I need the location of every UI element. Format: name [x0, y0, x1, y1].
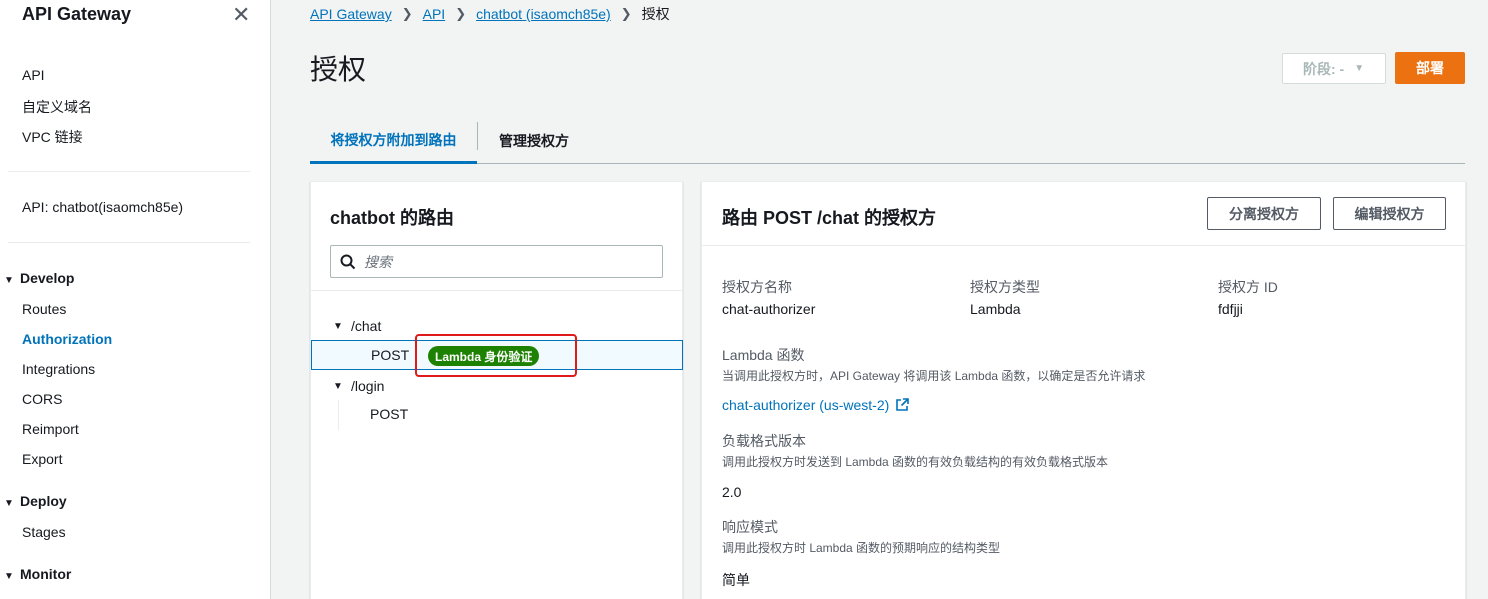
- caret-down-icon: ▼: [4, 275, 14, 286]
- sidebar-item-authorization[interactable]: Authorization: [22, 331, 112, 347]
- stage-select[interactable]: 阶段: - ▼: [1282, 53, 1386, 84]
- page-title: 授权: [310, 54, 367, 85]
- sidebar-item-stages[interactable]: Stages: [22, 524, 66, 540]
- sidebar-item-api[interactable]: API: [22, 67, 45, 83]
- route-search[interactable]: [330, 245, 663, 278]
- sidebar-item-reimport[interactable]: Reimport: [22, 421, 79, 437]
- payload-version-description: 调用此授权方时发送到 Lambda 函数的有效负载结构的有效负载格式版本: [722, 455, 1109, 469]
- caret-down-icon: ▼: [1354, 63, 1365, 74]
- tab-manage-authorizers[interactable]: 管理授权方: [499, 118, 569, 164]
- payload-version-label: 负载格式版本: [722, 433, 806, 449]
- routes-panel-title: chatbot 的路由: [330, 208, 454, 228]
- sidebar-item-custom-domain[interactable]: 自定义域名: [22, 97, 92, 117]
- caret-down-icon: ▼: [333, 380, 343, 392]
- breadcrumb-api-gateway[interactable]: API Gateway: [310, 6, 392, 22]
- panel-divider: [311, 290, 682, 291]
- authorizer-id-value: fdfjji: [1218, 301, 1243, 317]
- sidebar-section-monitor[interactable]: ▼ Monitor: [4, 566, 71, 582]
- side-navigation: API Gateway ✕ API 自定义域名 VPC 链接 API: chat…: [0, 0, 271, 599]
- external-link-icon: [896, 398, 910, 411]
- authorizer-panel-title: 路由 POST /chat 的授权方: [722, 208, 937, 228]
- route-group-login[interactable]: ▼ /login: [333, 378, 384, 394]
- highlight-annotation-box: [415, 334, 577, 377]
- panel-divider: [702, 245, 1465, 246]
- deploy-button[interactable]: 部署: [1395, 52, 1465, 84]
- caret-down-icon: ▼: [333, 320, 343, 332]
- lambda-function-link-text: chat-authorizer (us-west-2): [722, 397, 890, 413]
- lambda-function-description: 当调用此授权方时，API Gateway 将调用该 Lambda 函数，以确定是…: [722, 369, 1146, 383]
- response-mode-label: 响应模式: [722, 519, 778, 535]
- chevron-right-icon: ❯: [401, 6, 413, 21]
- route-method: POST: [370, 406, 409, 422]
- response-mode-value: 简单: [722, 572, 750, 588]
- tab-attach-authorizer[interactable]: 将授权方附加到路由: [310, 118, 477, 164]
- route-method: POST: [371, 347, 410, 363]
- authorizer-id-label: 授权方 ID: [1218, 279, 1278, 295]
- authorizer-panel: 路由 POST /chat 的授权方 分离授权方 编辑授权方 授权方名称 cha…: [701, 181, 1466, 599]
- tab-divider: [477, 122, 478, 150]
- sidebar-item-export[interactable]: Export: [22, 451, 62, 467]
- caret-down-icon: ▼: [4, 498, 14, 509]
- sidebar-item-api-name[interactable]: API: chatbot(isaomch85e): [22, 199, 183, 215]
- breadcrumb: API Gateway ❯ API ❯ chatbot (isaomch85e)…: [310, 4, 670, 24]
- close-icon[interactable]: ✕: [232, 2, 250, 28]
- route-path: /login: [351, 378, 385, 394]
- lambda-function-label: Lambda 函数: [722, 347, 805, 363]
- sidebar-section-develop[interactable]: ▼ Develop: [4, 270, 74, 286]
- authorizer-type-label: 授权方类型: [970, 279, 1040, 295]
- sidebar-title: API Gateway: [22, 4, 132, 24]
- chevron-right-icon: ❯: [455, 6, 467, 21]
- tab-bar: 将授权方附加到路由 管理授权方: [310, 118, 1465, 164]
- edit-authorizer-button[interactable]: 编辑授权方: [1333, 197, 1446, 230]
- sidebar-item-vpc-link[interactable]: VPC 链接: [22, 127, 83, 147]
- breadcrumb-api[interactable]: API: [423, 6, 446, 22]
- sidebar-divider: [8, 242, 250, 243]
- sidebar-item-routes[interactable]: Routes: [22, 301, 66, 317]
- breadcrumb-current: 授权: [641, 6, 670, 22]
- breadcrumb-chatbot[interactable]: chatbot (isaomch85e): [476, 6, 611, 22]
- authorizer-name-value: chat-authorizer: [722, 301, 816, 317]
- lambda-function-link[interactable]: chat-authorizer (us-west-2): [722, 397, 910, 413]
- detach-authorizer-button[interactable]: 分离授权方: [1207, 197, 1321, 230]
- payload-version-value: 2.0: [722, 484, 742, 500]
- stage-select-value: 阶段: -: [1303, 60, 1345, 77]
- chevron-right-icon: ❯: [620, 6, 632, 21]
- routes-panel: chatbot 的路由 ▼ /chat POST Lambda 身份验证 ▼ /…: [310, 181, 683, 599]
- sidebar-item-cors[interactable]: CORS: [22, 391, 62, 407]
- sidebar-section-deploy[interactable]: ▼ Deploy: [4, 493, 67, 509]
- route-path: /chat: [351, 318, 382, 334]
- sidebar-divider: [8, 171, 250, 172]
- search-icon: [340, 254, 356, 269]
- route-search-input[interactable]: [364, 253, 644, 270]
- authorizer-name-label: 授权方名称: [722, 279, 792, 295]
- response-mode-description: 调用此授权方时 Lambda 函数的预期响应的结构类型: [722, 541, 1001, 555]
- route-group-chat[interactable]: ▼ /chat: [333, 318, 381, 334]
- caret-down-icon: ▼: [4, 571, 14, 582]
- sidebar-item-integrations[interactable]: Integrations: [22, 361, 95, 377]
- route-row-login-post[interactable]: POST: [311, 400, 682, 430]
- authorizer-type-value: Lambda: [970, 301, 1021, 317]
